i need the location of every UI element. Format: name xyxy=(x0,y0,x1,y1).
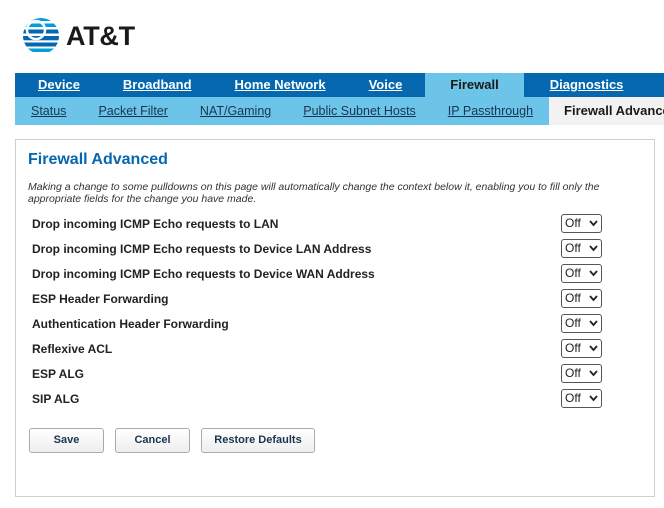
setting-label: Drop incoming ICMP Echo requests to LAN xyxy=(32,217,279,231)
chevron-down-icon xyxy=(589,295,598,302)
chevron-down-icon xyxy=(589,370,598,377)
header: AT&T xyxy=(0,0,664,72)
tab-voice[interactable]: Voice xyxy=(346,73,423,97)
help-note: Making a change to some pulldowns on thi… xyxy=(28,181,600,205)
icmp-device-lan-select[interactable]: Off xyxy=(561,239,602,258)
tab-broadband[interactable]: Broadband xyxy=(100,73,212,97)
setting-label: ESP Header Forwarding xyxy=(32,292,169,306)
att-globe-icon xyxy=(23,18,59,54)
icmp-lan-select[interactable]: Off xyxy=(561,214,602,233)
setting-label: SIP ALG xyxy=(32,392,80,406)
setting-row: Drop incoming ICMP Echo requests to Devi… xyxy=(32,237,604,262)
setting-row: Drop incoming ICMP Echo requests to LAN … xyxy=(32,212,604,237)
setting-row: Authentication Header Forwarding Off xyxy=(32,312,604,337)
brand-name: AT&T xyxy=(66,20,135,51)
tab-device[interactable]: Device xyxy=(15,73,100,97)
select-value: Off xyxy=(565,391,581,405)
save-button[interactable]: Save xyxy=(29,428,104,453)
subtab-firewall-advanced[interactable]: Firewall Advanced xyxy=(549,97,664,125)
tab-firewall[interactable]: Firewall xyxy=(425,73,524,97)
subtab-packet-filter[interactable]: Packet Filter xyxy=(82,97,183,125)
setting-row: SIP ALG Off xyxy=(32,387,604,412)
subtab-public-subnet-hosts[interactable]: Public Subnet Hosts xyxy=(287,97,432,125)
tab-diagnostics[interactable]: Diagnostics xyxy=(527,73,644,97)
select-value: Off xyxy=(565,291,581,305)
select-value: Off xyxy=(565,341,581,355)
main-nav: Device Broadband Home Network Voice Fire… xyxy=(15,73,664,97)
setting-label: ESP ALG xyxy=(32,367,85,381)
tab-home-network[interactable]: Home Network xyxy=(212,73,346,97)
chevron-down-icon xyxy=(589,345,598,352)
select-value: Off xyxy=(565,316,581,330)
setting-label: Drop incoming ICMP Echo requests to Devi… xyxy=(32,242,372,256)
sub-nav: Status Packet Filter NAT/Gaming Public S… xyxy=(15,97,664,125)
chevron-down-icon xyxy=(589,245,598,252)
firewall-advanced-panel: Firewall Advanced Making a change to som… xyxy=(15,139,655,497)
select-value: Off xyxy=(565,266,581,280)
setting-label: Drop incoming ICMP Echo requests to Devi… xyxy=(32,267,375,281)
setting-label: Authentication Header Forwarding xyxy=(32,317,229,331)
select-value: Off xyxy=(565,366,581,380)
page-title: Firewall Advanced xyxy=(28,151,168,168)
auth-header-forwarding-select[interactable]: Off xyxy=(561,314,602,333)
sip-alg-select[interactable]: Off xyxy=(561,389,602,408)
chevron-down-icon xyxy=(589,270,598,277)
cancel-button[interactable]: Cancel xyxy=(115,428,190,453)
chevron-down-icon xyxy=(589,395,598,402)
setting-row: Reflexive ACL Off xyxy=(32,337,604,362)
reflexive-acl-select[interactable]: Off xyxy=(561,339,602,358)
select-value: Off xyxy=(565,216,581,230)
subtab-ip-passthrough[interactable]: IP Passthrough xyxy=(432,97,549,125)
setting-row: Drop incoming ICMP Echo requests to Devi… xyxy=(32,262,604,287)
icmp-device-wan-select[interactable]: Off xyxy=(561,264,602,283)
subtab-nat-gaming[interactable]: NAT/Gaming xyxy=(184,97,287,125)
chevron-down-icon xyxy=(589,320,598,327)
restore-defaults-button[interactable]: Restore Defaults xyxy=(201,428,315,453)
esp-header-forwarding-select[interactable]: Off xyxy=(561,289,602,308)
subtab-status[interactable]: Status xyxy=(15,97,82,125)
setting-row: ESP Header Forwarding Off xyxy=(32,287,604,312)
setting-row: ESP ALG Off xyxy=(32,362,604,387)
esp-alg-select[interactable]: Off xyxy=(561,364,602,383)
chevron-down-icon xyxy=(589,220,598,227)
att-logo[interactable]: AT&T xyxy=(22,16,135,56)
select-value: Off xyxy=(565,241,581,255)
setting-label: Reflexive ACL xyxy=(32,342,113,356)
